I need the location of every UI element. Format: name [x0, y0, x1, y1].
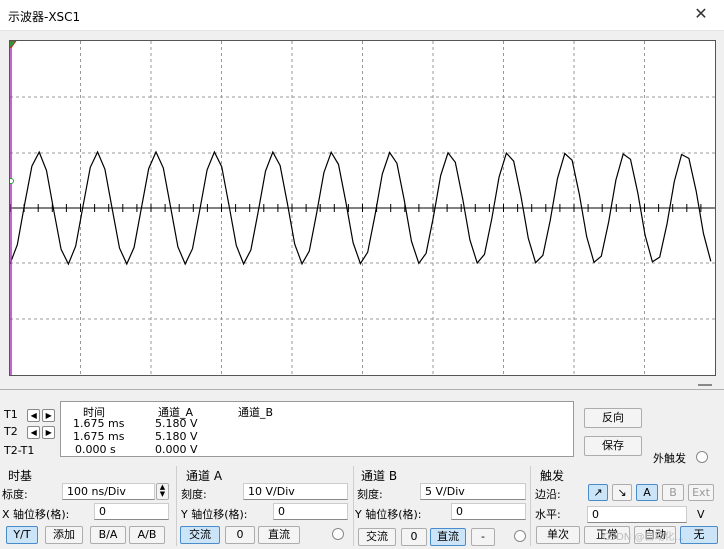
mode-yt-button[interactable]: Y/T [6, 526, 38, 544]
title-bar: 示波器-XSC1 ✕ [0, 0, 724, 31]
trigger-none-button[interactable]: 无 [680, 526, 718, 544]
measurement-readout: 时间 通道_A 通道_B 1.675 ms 5.180 V 1.675 ms 5… [60, 401, 574, 457]
waveform-display [5, 40, 715, 375]
timebase-spinner-icon[interactable]: ▲ ▼ [156, 483, 169, 500]
t2-time: 1.675 ms [73, 430, 125, 443]
cursor-t2-row: T2 ◀ ▶ [4, 425, 56, 439]
rising-edge-icon[interactable]: ↗ [588, 484, 608, 501]
mode-add-button[interactable]: 添加 [45, 526, 83, 544]
mode-ba-button[interactable]: B/A [90, 526, 126, 544]
channel-b-scale-label: 刻度: [357, 488, 383, 501]
timebase-scale-input[interactable]: 100 ns/Div [62, 483, 155, 500]
resize-grip[interactable] [698, 384, 712, 386]
window-title: 示波器-XSC1 [8, 10, 81, 24]
channel-b-ypos-label: Y 轴位移(格): [355, 508, 422, 521]
trigger-source-ext-button[interactable]: Ext [688, 484, 714, 501]
reverse-button[interactable]: 反向 [584, 408, 642, 428]
trigger-source-b-button[interactable]: B [662, 484, 684, 501]
trigger-edge-label: 边沿: [535, 488, 561, 501]
trigger-title: 触发 [540, 469, 565, 483]
trigger-level-unit: V [697, 508, 705, 521]
channel-a-zero-button[interactable]: 0 [225, 526, 255, 544]
timebase-xpos-input[interactable]: 0 [94, 503, 169, 520]
t1-right-arrow-icon[interactable]: ▶ [42, 409, 56, 422]
falling-edge-icon[interactable]: ↘ [612, 484, 632, 501]
trigger-single-button[interactable]: 单次 [536, 526, 580, 544]
cursor-t2-label: T2 [4, 425, 18, 438]
oscilloscope-screen[interactable] [5, 40, 716, 376]
timebase-title: 时基 [8, 469, 33, 483]
channel-b-zero-button[interactable]: 0 [401, 528, 427, 546]
channel-b-scale-input[interactable]: 5 V/Div [420, 483, 526, 500]
channel-a-scale-label: 刻度: [181, 488, 207, 501]
channel-a-scale-input[interactable]: 10 V/Div [243, 483, 348, 500]
cursor-marker-icon[interactable] [5, 40, 17, 49]
group-divider [176, 466, 177, 546]
cursor-t1-row: T1 ◀ ▶ [4, 408, 56, 422]
channel-b-dc-button[interactable]: 直流 [430, 528, 466, 546]
t2-left-arrow-icon[interactable]: ◀ [27, 426, 41, 439]
channel-b-ac-button[interactable]: 交流 [358, 528, 396, 546]
channel-b-invert-button[interactable]: - [471, 528, 495, 546]
delta-label: T2-T1 [4, 444, 35, 457]
trigger-level-label: 水平: [535, 508, 561, 521]
splitter[interactable] [0, 389, 724, 392]
group-divider [353, 466, 354, 546]
external-trigger-radio[interactable] [696, 451, 708, 463]
delta-channel-a: 0.000 V [155, 443, 198, 456]
channel-a-ypos-input[interactable]: 0 [273, 503, 348, 520]
channel-a-radio[interactable] [332, 528, 344, 540]
trigger-source-a-button[interactable]: A [636, 484, 658, 501]
channel-a-dc-button[interactable]: 直流 [258, 526, 300, 544]
delta-time: 0.000 s [75, 443, 116, 456]
mode-ab-button[interactable]: A/B [129, 526, 165, 544]
timebase-scale-label: 标度: [2, 488, 28, 501]
cursor-t1-label: T1 [4, 408, 18, 421]
external-trigger-label: 外触发 [653, 452, 686, 465]
save-button[interactable]: 保存 [584, 436, 642, 456]
channel-a-ypos-label: Y 轴位移(格): [181, 508, 248, 521]
header-channel-b: 通道_B [238, 406, 274, 419]
t1-left-arrow-icon[interactable]: ◀ [27, 409, 41, 422]
channel-b-radio[interactable] [514, 530, 526, 542]
t1-time: 1.675 ms [73, 417, 125, 430]
channel-a-marker [8, 178, 14, 184]
t1-channel-a: 5.180 V [155, 417, 198, 430]
timebase-xpos-label: X 轴位移(格): [2, 508, 70, 521]
close-icon[interactable]: ✕ [678, 0, 724, 30]
t2-right-arrow-icon[interactable]: ▶ [42, 426, 56, 439]
channel-a-ac-button[interactable]: 交流 [180, 526, 220, 544]
t2-channel-a: 5.180 V [155, 430, 198, 443]
group-divider [530, 466, 531, 546]
channel-b-title: 通道 B [361, 469, 398, 483]
watermark: CSDN @自动化... [602, 532, 684, 543]
channel-b-ypos-input[interactable]: 0 [451, 503, 526, 520]
channel-a-title: 通道 A [186, 469, 223, 483]
trigger-level-input[interactable]: 0 [587, 506, 687, 523]
